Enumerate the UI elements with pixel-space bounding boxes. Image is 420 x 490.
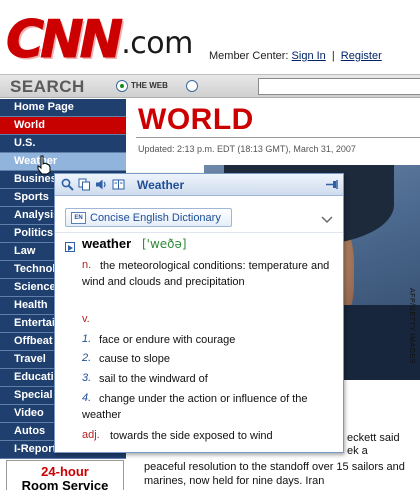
article-fragment-line-2: ek a: [347, 445, 368, 457]
sense-number-2: 2.: [82, 352, 92, 364]
radio-the-web[interactable]: [116, 80, 128, 92]
title-divider: [136, 137, 420, 138]
article-text-fragment: eckett said ek a: [347, 432, 400, 458]
expand-arrow-icon[interactable]: [65, 242, 75, 252]
dictionary-toolbar: Weather: [55, 174, 343, 196]
copy-icon[interactable]: [78, 178, 91, 191]
dictionary-headword: weather: [82, 236, 132, 251]
sense-adjective: towards the side exposed to wind: [110, 430, 273, 442]
book-icon[interactable]: [112, 178, 125, 191]
dictionary-phonetic: ['weðə]: [142, 237, 187, 251]
nav-item-home-page[interactable]: Home Page: [0, 99, 126, 117]
sense-number-3: 3.: [82, 372, 92, 384]
sense-verb-2: cause to slope: [99, 353, 170, 365]
logo-dotcom-text: .com: [121, 26, 193, 61]
site-header: CNN .com Member Center: Sign In | Regist…: [0, 0, 420, 74]
room-service-promo[interactable]: 24-hour Room Service: [6, 460, 124, 490]
search-label: SEARCH: [10, 77, 85, 96]
nav-item-weather[interactable]: Weather: [0, 153, 126, 171]
part-of-speech-adjective: adj.: [82, 429, 100, 441]
member-separator: |: [331, 50, 335, 62]
english-flag-icon: EN: [71, 212, 86, 224]
dictionary-source-label: Concise English Dictionary: [90, 212, 221, 224]
sense-noun: the meteorological conditions: temperatu…: [82, 260, 330, 288]
radio-the-web-label[interactable]: THE WEB: [131, 81, 168, 90]
sense-number-1: 1.: [82, 333, 92, 345]
article-fragment-line-1: eckett said: [347, 432, 400, 444]
sense-verb-1: face or endure with courage: [99, 334, 236, 346]
sense-verb-3: sail to the windward of: [99, 373, 208, 385]
pin-icon[interactable]: [325, 178, 339, 191]
register-link[interactable]: Register: [341, 50, 382, 62]
promo-line-1: 24-hour: [41, 464, 89, 479]
nav-item-us[interactable]: U.S.: [0, 135, 126, 153]
search-input[interactable]: [258, 78, 420, 95]
part-of-speech-verb: v.: [82, 313, 90, 325]
hand-cursor-icon: [36, 155, 52, 175]
member-center-label: Member Center:: [209, 50, 289, 62]
search-bar: SEARCH THE WEB: [0, 74, 420, 98]
dictionary-source-selector[interactable]: EN Concise English Dictionary: [65, 208, 232, 227]
logo-cnn-text: CNN: [5, 10, 123, 70]
cnn-logo[interactable]: CNN .com: [5, 10, 193, 70]
updated-timestamp: Updated: 2:13 p.m. EDT (18:13 GMT), Marc…: [138, 144, 356, 154]
speaker-icon[interactable]: [95, 178, 108, 191]
sign-in-link[interactable]: Sign In: [292, 50, 326, 62]
promo-line-2: Room Service: [21, 478, 109, 490]
chevron-down-icon[interactable]: [321, 212, 333, 224]
dictionary-popup[interactable]: Weather EN Concise English Dictionary we…: [54, 173, 344, 453]
dictionary-divider: [55, 232, 343, 233]
radio-cnn[interactable]: [186, 80, 198, 92]
article-body-text: peaceful resolution to the standoff over…: [144, 461, 405, 487]
nav-item-world[interactable]: World: [0, 117, 126, 135]
search-icon[interactable]: [61, 178, 74, 191]
sense-verb-4: change under the action or influence of …: [82, 393, 308, 421]
dictionary-title: Weather: [137, 178, 185, 192]
member-center: Member Center: Sign In | Register: [209, 50, 382, 62]
page-title: WORLD: [138, 103, 254, 136]
photo-credit: AFP/GETTY IMAGES: [408, 288, 415, 364]
